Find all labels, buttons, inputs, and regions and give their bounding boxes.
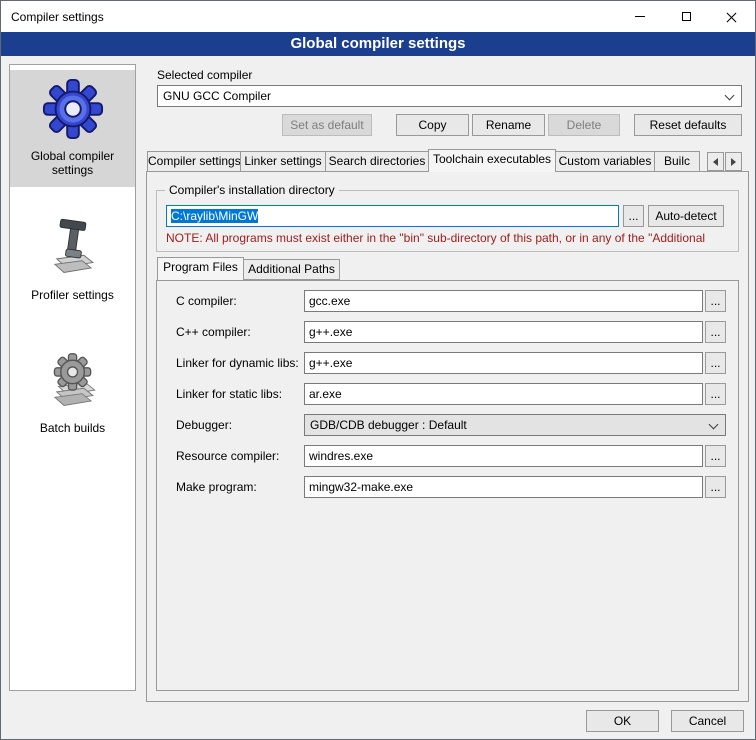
browse-cpp-compiler-button[interactable]: ... <box>705 321 726 343</box>
auto-detect-button[interactable]: Auto-detect <box>648 205 724 227</box>
reset-defaults-button[interactable]: Reset defaults <box>634 114 742 136</box>
cancel-button[interactable]: Cancel <box>671 710 744 732</box>
arrow-left-icon <box>713 158 718 166</box>
minimize-icon <box>635 16 645 17</box>
linker-dynamic-input[interactable] <box>304 352 703 374</box>
linker-dynamic-label: Linker for dynamic libs: <box>176 356 299 370</box>
resource-compiler-label: Resource compiler: <box>176 449 279 463</box>
profiler-tool-icon <box>44 217 102 279</box>
blue-gear-icon <box>42 78 104 140</box>
arrow-right-icon <box>731 158 736 166</box>
installation-dir-input[interactable]: C:\raylib\MinGW <box>166 205 619 227</box>
tab-additional-paths[interactable]: Additional Paths <box>243 259 340 280</box>
selected-compiler-select[interactable]: GNU GCC Compiler <box>157 85 742 107</box>
ok-button[interactable]: OK <box>586 710 659 732</box>
rename-button[interactable]: Rename <box>472 114 545 136</box>
window-title: Compiler settings <box>11 10 104 24</box>
tab-custom-variables[interactable]: Custom variables <box>555 151 655 172</box>
selected-compiler-value: GNU GCC Compiler <box>163 89 271 103</box>
debugger-label: Debugger: <box>176 418 232 432</box>
sidebar-item-label: Profiler settings <box>16 288 129 302</box>
set-as-default-button[interactable]: Set as default <box>282 114 372 136</box>
sidebar: Global compiler settings Profiler settin… <box>9 64 136 691</box>
browse-installation-dir-button[interactable]: ... <box>623 205 644 227</box>
linker-static-label: Linker for static libs: <box>176 387 282 401</box>
delete-button[interactable]: Delete <box>548 114 620 136</box>
browse-linker-static-button[interactable]: ... <box>705 383 726 405</box>
window-controls <box>617 1 755 32</box>
tab-program-files[interactable]: Program Files <box>157 257 244 280</box>
c-compiler-label: C compiler: <box>176 294 237 308</box>
sidebar-item-label: Batch builds <box>16 421 129 435</box>
tab-search-directories[interactable]: Search directories <box>325 151 429 172</box>
debugger-value: GDB/CDB debugger : Default <box>310 418 467 432</box>
browse-linker-dynamic-button[interactable]: ... <box>705 352 726 374</box>
maximize-button[interactable] <box>663 1 709 32</box>
tab-scroll-left-button[interactable] <box>707 152 724 171</box>
tab-compiler-settings[interactable]: Compiler settings <box>147 151 241 172</box>
browse-resource-compiler-button[interactable]: ... <box>705 445 726 467</box>
c-compiler-input[interactable] <box>304 290 703 312</box>
tab-toolchain-executables[interactable]: Toolchain executables <box>428 149 556 172</box>
debugger-select[interactable]: GDB/CDB debugger : Default <box>304 414 726 436</box>
make-program-label: Make program: <box>176 480 257 494</box>
sidebar-item-global-compiler-settings[interactable]: Global compiler settings <box>10 70 135 187</box>
make-program-input[interactable] <box>304 476 703 498</box>
minimize-button[interactable] <box>617 1 663 32</box>
sidebar-item-batch-builds[interactable]: Batch builds <box>10 342 135 445</box>
browse-make-program-button[interactable]: ... <box>705 476 726 498</box>
gray-gear-stack-icon <box>44 350 102 412</box>
cpp-compiler-label: C++ compiler: <box>176 325 251 339</box>
tab-build-truncated[interactable]: Builc <box>654 151 700 172</box>
copy-button[interactable]: Copy <box>396 114 469 136</box>
browse-c-compiler-button[interactable]: ... <box>705 290 726 312</box>
close-icon <box>726 11 738 23</box>
installation-directory-group-title: Compiler's installation directory <box>165 183 339 197</box>
installation-dir-value: C:\raylib\MinGW <box>171 209 258 223</box>
maximize-icon <box>682 12 691 21</box>
tab-linker-settings[interactable]: Linker settings <box>240 151 326 172</box>
cpp-compiler-input[interactable] <box>304 321 703 343</box>
linker-static-input[interactable] <box>304 383 703 405</box>
tab-scroll-right-button[interactable] <box>725 152 742 171</box>
sidebar-item-label: Global compiler settings <box>16 149 129 177</box>
selected-compiler-label: Selected compiler <box>157 68 252 82</box>
chevron-down-icon <box>709 420 719 430</box>
sidebar-item-profiler-settings[interactable]: Profiler settings <box>10 209 135 312</box>
compiler-settings-window: Compiler settings Global compiler settin… <box>0 0 756 740</box>
chevron-down-icon <box>725 91 735 101</box>
titlebar: Compiler settings <box>1 1 755 32</box>
close-button[interactable] <box>709 1 755 32</box>
resource-compiler-input[interactable] <box>304 445 703 467</box>
installation-note: NOTE: All programs must exist either in … <box>166 231 738 245</box>
page-title: Global compiler settings <box>1 32 755 56</box>
